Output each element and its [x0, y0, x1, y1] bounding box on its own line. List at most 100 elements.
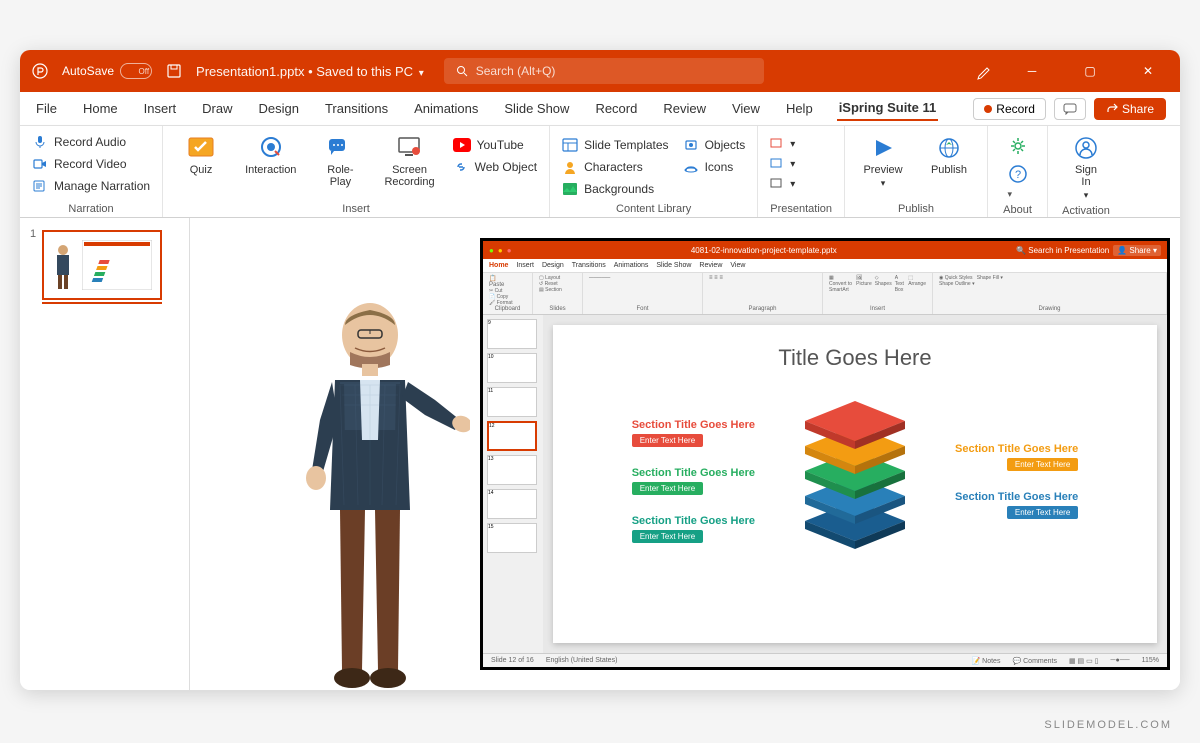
preview-button[interactable]: Preview▾	[857, 132, 909, 191]
tab-view[interactable]: View	[730, 97, 762, 120]
tab-draw[interactable]: Draw	[200, 97, 234, 120]
etab-design[interactable]: Design	[542, 262, 564, 269]
tab-insert[interactable]: Insert	[142, 97, 179, 120]
tab-home[interactable]: Home	[81, 97, 120, 120]
share-button[interactable]: Share	[1094, 98, 1166, 120]
embedded-search[interactable]: 🔍 Search in Presentation	[1016, 246, 1109, 255]
slide-canvas: ●●● 4081-02-innovation-project-template.…	[190, 218, 1180, 690]
help-button[interactable]: ?▾	[1008, 164, 1028, 202]
tab-review[interactable]: Review	[661, 97, 708, 120]
autosave-toggle[interactable]: AutoSave Off	[62, 63, 152, 79]
youtube-button[interactable]: YouTube	[453, 136, 537, 154]
tab-transitions[interactable]: Transitions	[323, 97, 390, 120]
record-button[interactable]: Record	[973, 98, 1046, 120]
etab-review[interactable]: Review	[699, 262, 722, 269]
status-notes[interactable]: 📝 Notes	[971, 657, 1000, 665]
tab-slideshow[interactable]: Slide Show	[502, 97, 571, 120]
video-icon	[32, 156, 48, 172]
tab-record[interactable]: Record	[593, 97, 639, 120]
ethumb-12[interactable]: 12	[487, 421, 537, 451]
slide-title-text[interactable]: Title Goes Here	[573, 345, 1137, 371]
user-icon	[1073, 136, 1099, 160]
slide-editor[interactable]: ●●● 4081-02-innovation-project-template.…	[190, 218, 1180, 690]
embedded-slide-content[interactable]: Title Goes Here Section Title Goes HereE…	[553, 325, 1157, 643]
tab-design[interactable]: Design	[257, 97, 301, 120]
presentation-option-1[interactable]: ▾	[770, 136, 795, 152]
ethumb-11[interactable]: 11	[487, 387, 537, 417]
presentation-option-3[interactable]: ▾	[770, 176, 795, 192]
help-icon: ?	[1008, 164, 1028, 184]
status-comments[interactable]: 💬 Comments	[1012, 657, 1057, 665]
slide-thumbnail[interactable]	[42, 230, 162, 300]
status-lang: English (United States)	[546, 657, 618, 664]
roleplay-icon	[326, 135, 354, 161]
section-4[interactable]: Section Title Goes HereEnter Text Here	[955, 443, 1078, 471]
close-button[interactable]: ✕	[1128, 56, 1168, 86]
roleplay-button[interactable]: Role- Play	[314, 132, 366, 190]
maximize-button[interactable]: ▢	[1070, 56, 1110, 86]
presenter-character[interactable]	[270, 290, 470, 690]
record-audio-button[interactable]: Record Audio	[32, 132, 126, 152]
tab-animations[interactable]: Animations	[412, 97, 480, 120]
comments-button[interactable]	[1054, 98, 1086, 120]
screen-recording-button[interactable]: Screen Recording	[380, 132, 438, 190]
ethumb-14[interactable]: 14	[487, 489, 537, 519]
tab-file[interactable]: File	[34, 97, 59, 120]
zoom-value: 115%	[1142, 657, 1159, 664]
narration-icon	[32, 178, 48, 194]
slide-number: 1	[30, 228, 36, 240]
share-icon	[1106, 103, 1118, 115]
embedded-thumb-icon	[82, 240, 152, 290]
backgrounds-button[interactable]: Backgrounds	[562, 180, 669, 198]
webobject-button[interactable]: Web Object	[453, 158, 537, 176]
characters-button[interactable]: Characters	[562, 158, 669, 176]
ethumb-13[interactable]: 13	[487, 455, 537, 485]
embedded-ribbon: 📋Paste✂ Cut📄 Copy🖌 FormatClipboard ▢ Lay…	[483, 273, 1167, 315]
embedded-thumbnails[interactable]: 9 10 11 12 13 14 15	[483, 315, 543, 653]
presentation-option-2[interactable]: ▾	[770, 156, 795, 172]
search-bar[interactable]: Search (Alt+Q)	[444, 58, 764, 84]
autosave-label: AutoSave	[62, 64, 114, 78]
screenrec-icon	[396, 135, 424, 161]
embedded-titlebar: ●●● 4081-02-innovation-project-template.…	[483, 241, 1167, 259]
etab-home[interactable]: Home	[489, 262, 508, 269]
manage-narration-button[interactable]: Manage Narration	[32, 176, 150, 196]
section-5[interactable]: Section Title Goes HereEnter Text Here	[955, 491, 1078, 519]
etab-slideshow[interactable]: Slide Show	[656, 262, 691, 269]
record-video-button[interactable]: Record Video	[32, 154, 127, 174]
slide-templates-button[interactable]: Slide Templates	[562, 136, 669, 154]
pen-icon[interactable]	[976, 62, 994, 80]
publish-button[interactable]: Publish	[923, 132, 975, 178]
view-buttons[interactable]: ▦ ▤ ▭ ▯	[1069, 657, 1099, 665]
etab-insert[interactable]: Insert	[516, 262, 534, 269]
interaction-icon	[257, 135, 285, 161]
icons-button[interactable]: Icons	[683, 158, 746, 176]
player-icon	[770, 178, 784, 190]
quiz-button[interactable]: Quiz	[175, 132, 227, 178]
thumbnail-panel[interactable]: 1	[20, 218, 190, 690]
signin-button[interactable]: Sign In▾	[1060, 132, 1112, 203]
section-2[interactable]: Section Title Goes HereEnter Text Here	[632, 467, 755, 495]
embedded-share[interactable]: 👤 Share ▾	[1113, 245, 1161, 256]
section-1[interactable]: Section Title Goes HereEnter Text Here	[632, 419, 755, 447]
zoom-slider[interactable]: ─●──	[1111, 657, 1130, 664]
section-3[interactable]: Section Title Goes HereEnter Text Here	[632, 515, 755, 543]
settings-button[interactable]	[1008, 136, 1028, 156]
ethumb-10[interactable]: 10	[487, 353, 537, 383]
ethumb-9[interactable]: 9	[487, 319, 537, 349]
ethumb-15[interactable]: 15	[487, 523, 537, 553]
interaction-button[interactable]: Interaction	[241, 132, 300, 178]
gear-icon	[1008, 136, 1028, 156]
tab-help[interactable]: Help	[784, 97, 815, 120]
save-icon[interactable]	[166, 63, 182, 79]
etab-view[interactable]: View	[730, 262, 745, 269]
templates-icon	[562, 138, 578, 152]
embedded-powerpoint[interactable]: ●●● 4081-02-innovation-project-template.…	[480, 238, 1170, 670]
etab-animations[interactable]: Animations	[614, 262, 649, 269]
tab-ispring[interactable]: iSpring Suite 11	[837, 96, 939, 121]
objects-button[interactable]: Objects	[683, 136, 746, 154]
stacked-diagram[interactable]	[775, 391, 935, 571]
ribbon-group-insert: Quiz Interaction Role- Play Screen Recor…	[163, 126, 550, 217]
minimize-button[interactable]: ─	[1012, 56, 1052, 86]
etab-transitions[interactable]: Transitions	[572, 262, 606, 269]
